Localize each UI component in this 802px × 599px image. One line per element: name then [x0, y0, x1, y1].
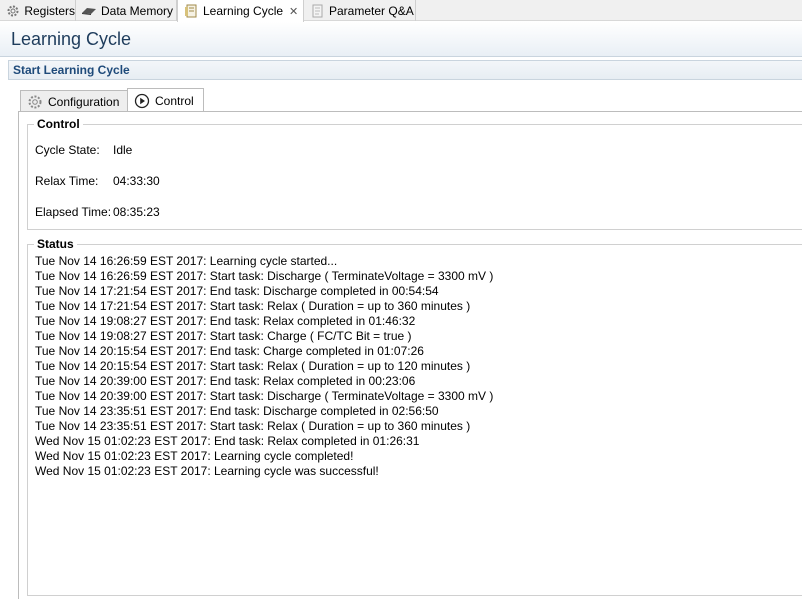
- tab-parameter-qa[interactable]: Parameter Q&A: [304, 0, 416, 21]
- tab-learning-cycle[interactable]: Learning Cycle ✕: [177, 0, 304, 22]
- relax-time-label: Relax Time:: [35, 174, 99, 188]
- page-title: Learning Cycle: [11, 29, 132, 49]
- document-icon: [183, 3, 199, 19]
- status-line: Tue Nov 14 23:35:51 EST 2017: End task: …: [35, 404, 439, 418]
- page-header: Learning Cycle: [0, 22, 802, 57]
- elapsed-time-value: 08:35:23: [113, 205, 160, 219]
- status-line: Tue Nov 14 16:26:59 EST 2017: Start task…: [35, 269, 494, 283]
- status-log[interactable]: Tue Nov 14 16:26:59 EST 2017: Learning c…: [35, 254, 493, 479]
- status-line: Tue Nov 14 16:26:59 EST 2017: Learning c…: [35, 254, 338, 268]
- cycle-state-label: Cycle State:: [35, 143, 100, 157]
- status-line: Wed Nov 15 01:02:23 EST 2017: End task: …: [35, 434, 420, 448]
- editor-tab-strip: Registers Data Memory Learning Cycle ✕ P…: [0, 0, 802, 22]
- tab-registers[interactable]: Registers: [0, 0, 76, 21]
- status-line: Tue Nov 14 17:21:54 EST 2017: End task: …: [35, 284, 439, 298]
- tab-data-memory[interactable]: Data Memory: [76, 0, 177, 21]
- tab-data-memory-label: Data Memory: [101, 3, 174, 18]
- status-line: Tue Nov 14 20:15:54 EST 2017: Start task…: [35, 359, 471, 373]
- status-line: Tue Nov 14 20:39:00 EST 2017: Start task…: [35, 389, 494, 403]
- status-line: Wed Nov 15 01:02:23 EST 2017: Learning c…: [35, 464, 379, 478]
- status-line: Tue Nov 14 20:15:54 EST 2017: End task: …: [35, 344, 424, 358]
- status-group-title: Status: [34, 237, 77, 251]
- status-line: Wed Nov 15 01:02:23 EST 2017: Learning c…: [35, 449, 354, 463]
- status-line: Tue Nov 14 23:35:51 EST 2017: Start task…: [35, 419, 471, 433]
- play-icon: [134, 93, 150, 109]
- status-line: Tue Nov 14 17:21:54 EST 2017: Start task…: [35, 299, 471, 313]
- elapsed-time-label: Elapsed Time:: [35, 205, 112, 219]
- close-icon[interactable]: ✕: [289, 5, 298, 18]
- memory-chip-icon: [81, 3, 97, 19]
- tab-control[interactable]: Control: [127, 88, 204, 112]
- section-title: Start Learning Cycle: [13, 63, 130, 77]
- status-line: Tue Nov 14 19:08:27 EST 2017: Start task…: [35, 329, 412, 343]
- tab-configuration[interactable]: Configuration: [20, 90, 128, 112]
- control-group-title: Control: [34, 117, 83, 131]
- tab-registers-label: Registers: [24, 3, 75, 18]
- section-header[interactable]: Start Learning Cycle: [8, 60, 802, 80]
- tab-configuration-label: Configuration: [48, 94, 120, 109]
- status-line: Tue Nov 14 19:08:27 EST 2017: End task: …: [35, 314, 416, 328]
- gear-icon: [27, 94, 43, 110]
- status-line: Tue Nov 14 20:39:00 EST 2017: End task: …: [35, 374, 416, 388]
- cycle-state-value: Idle: [113, 143, 133, 157]
- relax-time-value: 04:33:30: [113, 174, 160, 188]
- tab-parameter-qa-label: Parameter Q&A: [329, 3, 414, 18]
- gear-icon: [5, 3, 20, 19]
- document-icon: [309, 3, 325, 19]
- tab-learning-cycle-label: Learning Cycle: [203, 4, 284, 18]
- tab-control-label: Control: [155, 93, 194, 108]
